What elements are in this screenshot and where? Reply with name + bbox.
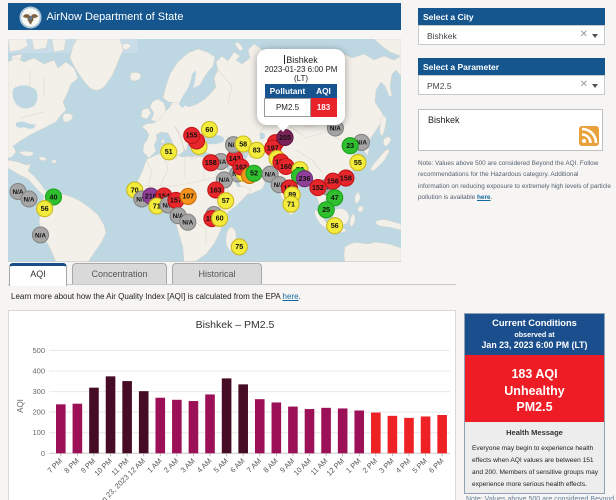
- svg-text:2 AM: 2 AM: [162, 456, 180, 474]
- svg-text:107: 107: [182, 192, 194, 201]
- svg-text:7 PM: 7 PM: [46, 456, 65, 475]
- svg-text:12 PM: 12 PM: [325, 456, 346, 477]
- svg-text:52: 52: [250, 169, 258, 178]
- svg-text:23: 23: [346, 141, 354, 150]
- svg-text:100: 100: [32, 428, 45, 437]
- svg-text:158: 158: [205, 158, 217, 167]
- svg-text:205: 205: [279, 133, 291, 142]
- svg-text:Bishkek – PM2.5: Bishkek – PM2.5: [196, 319, 275, 331]
- svg-text:N/A: N/A: [330, 125, 341, 132]
- svg-text:56: 56: [41, 204, 49, 213]
- svg-text:200: 200: [32, 408, 45, 417]
- svg-text:55: 55: [354, 158, 362, 167]
- svg-text:156: 156: [327, 177, 339, 186]
- svg-text:8 AM: 8 AM: [261, 456, 279, 474]
- svg-text:163: 163: [210, 185, 222, 194]
- svg-text:160: 160: [280, 162, 292, 171]
- svg-text:1 PM: 1 PM: [344, 456, 363, 475]
- svg-text:155: 155: [186, 131, 198, 140]
- svg-text:158: 158: [340, 173, 352, 182]
- svg-text:8 PM: 8 PM: [62, 456, 81, 475]
- svg-text:3 AM: 3 AM: [179, 456, 197, 474]
- svg-text:75: 75: [235, 242, 243, 251]
- svg-text:3 PM: 3 PM: [377, 456, 396, 475]
- svg-text:7 AM: 7 AM: [245, 456, 263, 474]
- svg-text:60: 60: [205, 125, 213, 134]
- svg-text:4 AM: 4 AM: [195, 456, 213, 474]
- svg-text:N/A: N/A: [182, 220, 193, 227]
- svg-text:51: 51: [165, 147, 173, 156]
- svg-text:300: 300: [32, 387, 45, 396]
- svg-text:N/A: N/A: [265, 172, 276, 179]
- svg-text:0: 0: [41, 449, 45, 458]
- svg-text:N/A: N/A: [35, 232, 46, 239]
- svg-text:400: 400: [32, 367, 45, 376]
- svg-text:47: 47: [331, 193, 339, 202]
- svg-text:6 AM: 6 AM: [228, 456, 246, 474]
- svg-text:4 PM: 4 PM: [394, 456, 413, 475]
- svg-text:25: 25: [322, 205, 330, 214]
- svg-text:71: 71: [287, 200, 295, 209]
- svg-text:40: 40: [50, 192, 58, 201]
- svg-text:5 PM: 5 PM: [410, 456, 429, 475]
- svg-text:AQI: AQI: [16, 399, 25, 413]
- svg-text:57: 57: [222, 196, 230, 205]
- svg-text:6 PM: 6 PM: [427, 456, 446, 475]
- svg-text:10 AM: 10 AM: [292, 456, 313, 477]
- svg-text:5 AM: 5 AM: [212, 456, 230, 474]
- svg-text:56: 56: [331, 221, 339, 230]
- svg-text:500: 500: [32, 346, 45, 355]
- svg-text:2 PM: 2 PM: [361, 456, 380, 475]
- svg-text:1 AM: 1 AM: [145, 456, 163, 474]
- svg-text:58: 58: [239, 139, 247, 148]
- svg-text:10 PM: 10 PM: [92, 456, 113, 477]
- svg-text:83: 83: [253, 146, 261, 155]
- svg-text:152: 152: [312, 183, 324, 192]
- svg-text:60: 60: [216, 214, 224, 223]
- svg-text:N/A: N/A: [23, 196, 34, 203]
- svg-text:236: 236: [299, 174, 311, 183]
